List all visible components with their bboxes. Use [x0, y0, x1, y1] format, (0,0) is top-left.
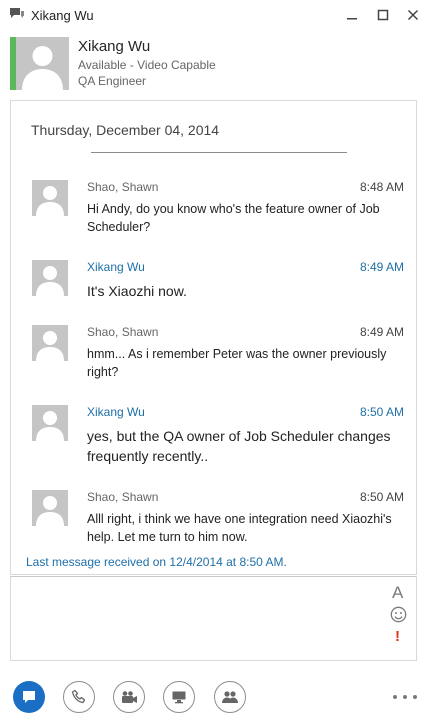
maximize-button[interactable] [374, 6, 392, 24]
date-divider [91, 152, 347, 153]
sender-avatar [32, 405, 68, 441]
person-placeholder-icon [36, 411, 64, 441]
participants-button[interactable] [214, 681, 246, 713]
conversation-date: Thursday, December 04, 2014 [31, 122, 220, 138]
close-button[interactable] [404, 6, 422, 24]
message-text: It's Xiaozhi now. [87, 283, 187, 299]
video-button[interactable] [113, 681, 145, 713]
window-title: Xikang Wu [31, 8, 94, 23]
message-time: 8:49 AM [359, 260, 404, 274]
im-icon [23, 691, 35, 703]
message-time: 8:50 AM [359, 490, 404, 504]
last-received-status: Last message received on 12/4/2014 at 8:… [26, 555, 287, 569]
message-sender: Shao, Shawn [87, 325, 159, 339]
sender-avatar [32, 260, 68, 296]
present-button[interactable] [163, 681, 195, 713]
im-button[interactable] [13, 681, 45, 713]
message-text: Alll right, i think we have one integrat… [87, 512, 392, 544]
message-input[interactable] [19, 583, 379, 655]
message-time: 8:48 AM [359, 180, 404, 194]
message-sender: Xikang Wu [87, 260, 145, 274]
more-options-dot [403, 695, 407, 699]
phone-icon [71, 689, 86, 704]
message-sender: Shao, Shawn [87, 490, 159, 504]
contact-header: Xikang Wu Available - Video Capable QA E… [10, 37, 420, 91]
emoticon-button[interactable] [390, 606, 407, 623]
title-bar: Xikang Wu [0, 0, 428, 30]
more-options-button[interactable] [393, 690, 417, 704]
contact-job-title: QA Engineer [78, 74, 147, 88]
contact-avatar[interactable] [16, 37, 69, 90]
close-icon [407, 9, 419, 21]
person-placeholder-icon [36, 331, 64, 361]
participants-icon [222, 691, 238, 703]
conversation-history[interactable]: Thursday, December 04, 2014 Shao, Shawn … [10, 100, 417, 575]
minimize-button[interactable] [343, 6, 361, 24]
message-sender: Shao, Shawn [87, 180, 159, 194]
message-text: yes, but the QA owner of Job Scheduler c… [87, 428, 391, 464]
video-icon [122, 691, 137, 703]
contact-name[interactable]: Xikang Wu [78, 38, 150, 55]
sender-avatar [32, 325, 68, 361]
person-placeholder-icon [36, 186, 64, 216]
sender-avatar [32, 490, 68, 526]
font-button[interactable]: A [392, 583, 403, 603]
contact-status: Available - Video Capable [78, 58, 216, 72]
maximize-icon [377, 9, 389, 21]
message-time: 8:50 AM [359, 405, 404, 419]
compose-area: A ! [10, 576, 417, 661]
message-time: 8:49 AM [359, 325, 404, 339]
more-options-dot [413, 695, 417, 699]
message-text: Hi Andy, do you know who's the feature o… [87, 202, 380, 234]
message-sender: Xikang Wu [87, 405, 145, 419]
present-icon [172, 691, 186, 704]
call-button[interactable] [63, 681, 95, 713]
sender-avatar [32, 180, 68, 216]
person-placeholder-icon [22, 46, 63, 90]
person-placeholder-icon [36, 496, 64, 526]
minimize-icon [347, 18, 357, 20]
smiley-icon [390, 606, 407, 623]
more-options-icon [393, 695, 397, 699]
chat-app-icon [10, 8, 24, 18]
person-placeholder-icon [36, 266, 64, 296]
message-text: hmm... As i remember Peter was the owner… [87, 347, 387, 379]
importance-button[interactable]: ! [395, 628, 400, 645]
